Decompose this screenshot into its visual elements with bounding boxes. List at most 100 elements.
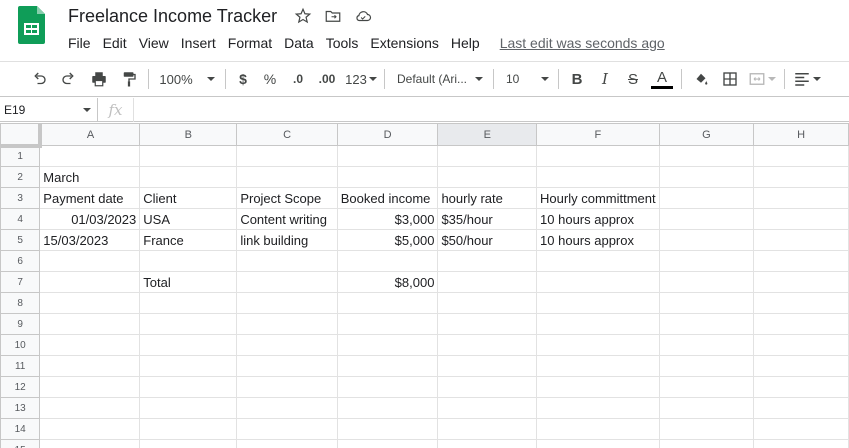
cell-c14[interactable]: [236, 418, 338, 440]
row-header[interactable]: 10: [0, 334, 41, 356]
document-title[interactable]: Freelance Income Tracker: [68, 6, 277, 27]
cell-h13[interactable]: [753, 397, 849, 419]
cell-h15[interactable]: [753, 439, 849, 448]
cell-h12[interactable]: [753, 376, 849, 398]
cell-d6[interactable]: [336, 250, 439, 272]
borders-icon[interactable]: [716, 65, 744, 93]
cell-d10[interactable]: [336, 334, 439, 356]
cell-e2[interactable]: [437, 166, 538, 188]
cell-g8[interactable]: [658, 292, 755, 314]
sheets-logo-icon[interactable]: [18, 6, 45, 44]
zoom-select[interactable]: 100%: [153, 65, 221, 93]
row-header[interactable]: 12: [0, 376, 41, 398]
cell-f1[interactable]: [536, 145, 660, 167]
cell-c11[interactable]: [236, 355, 338, 377]
cell-g14[interactable]: [658, 418, 755, 440]
cell-d14[interactable]: [336, 418, 439, 440]
cell-a8[interactable]: [39, 292, 141, 314]
redo-icon[interactable]: [54, 65, 84, 93]
cell-a5[interactable]: 15/03/2023: [39, 229, 141, 251]
cell-c15[interactable]: [236, 439, 338, 448]
cell-a1[interactable]: [39, 145, 141, 167]
cell-h1[interactable]: [753, 145, 849, 167]
cell-h7[interactable]: [753, 271, 849, 293]
cell-e3[interactable]: hourly rate: [437, 187, 538, 209]
cell-b2[interactable]: [139, 166, 238, 188]
column-header-d[interactable]: D: [336, 123, 439, 146]
cell-b8[interactable]: [139, 292, 238, 314]
merge-cells-icon[interactable]: [744, 65, 780, 93]
cell-b11[interactable]: [139, 355, 238, 377]
cell-b1[interactable]: [139, 145, 238, 167]
cell-b10[interactable]: [139, 334, 238, 356]
cell-g11[interactable]: [658, 355, 755, 377]
cell-e11[interactable]: [437, 355, 538, 377]
cell-g15[interactable]: [658, 439, 755, 448]
row-header[interactable]: 2: [0, 166, 41, 188]
cell-b4[interactable]: USA: [139, 208, 238, 230]
cell-e10[interactable]: [437, 334, 538, 356]
cell-d8[interactable]: [336, 292, 439, 314]
cell-c3[interactable]: Project Scope: [236, 187, 338, 209]
font-family-select[interactable]: Default (Ari...: [389, 65, 489, 93]
cell-f10[interactable]: [536, 334, 660, 356]
cell-d5[interactable]: $5,000: [336, 229, 439, 251]
cell-g3[interactable]: [658, 187, 755, 209]
cell-c4[interactable]: Content writing: [236, 208, 338, 230]
move-folder-icon[interactable]: [324, 7, 342, 25]
menu-tools[interactable]: Tools: [320, 33, 365, 53]
cell-e13[interactable]: [437, 397, 538, 419]
cell-g13[interactable]: [658, 397, 755, 419]
bold-button[interactable]: B: [563, 65, 591, 93]
cell-b12[interactable]: [139, 376, 238, 398]
cell-b5[interactable]: France: [139, 229, 238, 251]
cell-f2[interactable]: [536, 166, 660, 188]
cell-c13[interactable]: [236, 397, 338, 419]
cell-c2[interactable]: [236, 166, 338, 188]
cell-h8[interactable]: [753, 292, 849, 314]
cell-f11[interactable]: [536, 355, 660, 377]
cell-b13[interactable]: [139, 397, 238, 419]
cell-d13[interactable]: [336, 397, 439, 419]
print-icon[interactable]: [84, 65, 114, 93]
cell-f4[interactable]: 10 hours approx: [536, 208, 660, 230]
paint-format-icon[interactable]: [114, 65, 144, 93]
cell-g10[interactable]: [658, 334, 755, 356]
cell-d15[interactable]: [336, 439, 439, 448]
cell-g5[interactable]: [658, 229, 755, 251]
cell-g9[interactable]: [658, 313, 755, 335]
column-header-a[interactable]: A: [39, 123, 141, 146]
formula-input[interactable]: [134, 98, 849, 122]
cell-h14[interactable]: [753, 418, 849, 440]
menu-file[interactable]: File: [62, 33, 97, 53]
horizontal-align-icon[interactable]: [789, 65, 825, 93]
cell-d9[interactable]: [336, 313, 439, 335]
cell-b14[interactable]: [139, 418, 238, 440]
increase-decimal-button[interactable]: .00: [312, 65, 342, 93]
cell-g12[interactable]: [658, 376, 755, 398]
cell-a14[interactable]: [39, 418, 141, 440]
row-header[interactable]: 8: [0, 292, 41, 314]
cell-e6[interactable]: [437, 250, 538, 272]
font-size-select[interactable]: 10: [498, 65, 554, 93]
cell-c10[interactable]: [236, 334, 338, 356]
row-header[interactable]: 13: [0, 397, 41, 419]
cell-f6[interactable]: [536, 250, 660, 272]
cell-b3[interactable]: Client: [139, 187, 238, 209]
cell-e5[interactable]: $50/hour: [437, 229, 538, 251]
cell-g1[interactable]: [658, 145, 755, 167]
italic-button[interactable]: I: [591, 65, 619, 93]
cell-h9[interactable]: [753, 313, 849, 335]
cell-d7[interactable]: $8,000: [336, 271, 439, 293]
cell-h6[interactable]: [753, 250, 849, 272]
cell-a3[interactable]: Payment date: [39, 187, 141, 209]
cell-d1[interactable]: [336, 145, 439, 167]
row-header[interactable]: 4: [0, 208, 41, 230]
row-header[interactable]: 15: [0, 439, 41, 448]
cell-g2[interactable]: [658, 166, 755, 188]
row-header[interactable]: 7: [0, 271, 41, 293]
decrease-decimal-button[interactable]: .0: [284, 65, 312, 93]
cell-a7[interactable]: [39, 271, 141, 293]
cell-g4[interactable]: [658, 208, 755, 230]
more-formats-button[interactable]: 123: [342, 65, 380, 93]
